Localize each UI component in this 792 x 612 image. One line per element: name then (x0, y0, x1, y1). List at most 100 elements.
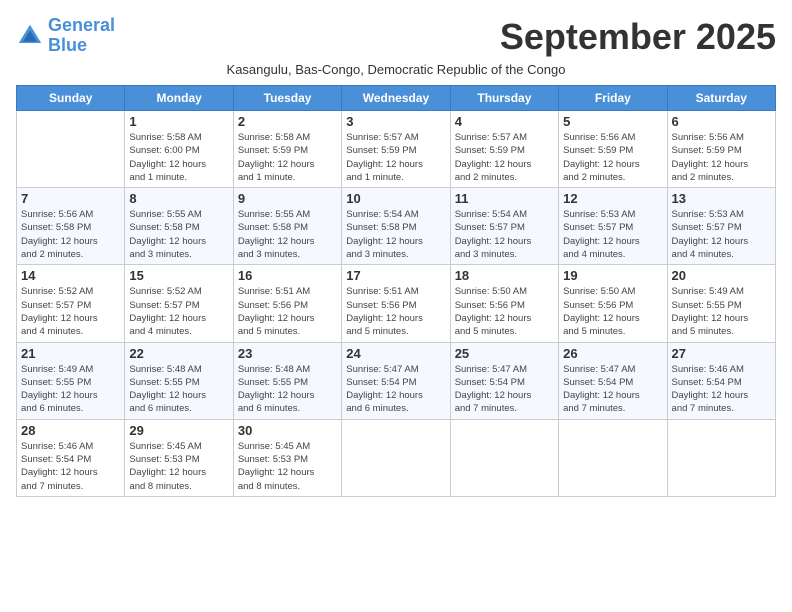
day-number: 19 (563, 268, 662, 283)
table-row: 22Sunrise: 5:48 AMSunset: 5:55 PMDayligh… (125, 342, 233, 419)
day-info: Sunrise: 5:50 AMSunset: 5:56 PMDaylight:… (455, 285, 554, 338)
table-row: 14 Sunrise: 5:52 AMSunset: 5:57 PMDayligh… (17, 265, 125, 342)
table-row: 13Sunrise: 5:53 AMSunset: 5:57 PMDayligh… (667, 188, 775, 265)
table-row: 17 Sunrise: 5:51 AMSunset: 5:56 PMDayligh… (342, 265, 450, 342)
month-title: September 2025 (500, 16, 776, 58)
day-info: Sunrise: 5:46 AMSunset: 5:54 PMDaylight:… (21, 440, 120, 493)
day-number: 2 (238, 114, 337, 129)
day-info: Sunrise: 5:45 AMSunset: 5:53 PMDaylight:… (129, 440, 228, 493)
table-row: 20Sunrise: 5:49 AMSunset: 5:55 PMDayligh… (667, 265, 775, 342)
day-number: 3 (346, 114, 445, 129)
calendar-week-row: 7 Sunrise: 5:56 AMSunset: 5:58 PMDaylight… (17, 188, 776, 265)
table-row: 18 Sunrise: 5:50 AMSunset: 5:56 PMDayligh… (450, 265, 558, 342)
day-info: Sunrise: 5:55 AMSunset: 5:58 PMDaylight:… (238, 208, 337, 261)
col-saturday: Saturday (667, 86, 775, 111)
day-info: Sunrise: 5:56 AMSunset: 5:58 PMDaylight:… (21, 208, 120, 261)
day-info: Sunrise: 5:58 AMSunset: 5:59 PMDaylight:… (238, 131, 337, 184)
day-info: Sunrise: 5:46 AMSunset: 5:54 PMDaylight:… (672, 363, 771, 416)
table-row: 23 Sunrise: 5:48 AMSunset: 5:55 PMDayligh… (233, 342, 341, 419)
page-container: General Blue September 2025 Kasangulu, B… (16, 16, 776, 497)
day-info: Sunrise: 5:48 AMSunset: 5:55 PMDaylight:… (238, 363, 337, 416)
day-info: Sunrise: 5:56 AMSunset: 5:59 PMDaylight:… (563, 131, 662, 184)
day-info: Sunrise: 5:45 AMSunset: 5:53 PMDaylight:… (238, 440, 337, 493)
table-row: 1Sunrise: 5:58 AMSunset: 6:00 PMDaylight… (125, 111, 233, 188)
table-row (17, 111, 125, 188)
day-info: Sunrise: 5:47 AMSunset: 5:54 PMDaylight:… (455, 363, 554, 416)
day-info: Sunrise: 5:51 AMSunset: 5:56 PMDaylight:… (238, 285, 337, 338)
col-thursday: Thursday (450, 86, 558, 111)
logo-blue: Blue (48, 36, 115, 56)
day-number: 8 (129, 191, 228, 206)
day-info: Sunrise: 5:52 AMSunset: 5:57 PMDaylight:… (129, 285, 228, 338)
day-number: 15 (129, 268, 228, 283)
logo-icon (16, 22, 44, 50)
day-number: 7 (21, 191, 120, 206)
table-row: 16 Sunrise: 5:51 AMSunset: 5:56 PMDayligh… (233, 265, 341, 342)
table-row: 12Sunrise: 5:53 AMSunset: 5:57 PMDayligh… (559, 188, 667, 265)
day-number: 18 (455, 268, 554, 283)
header-top: General Blue September 2025 (16, 16, 776, 58)
table-row: 30 Sunrise: 5:45 AMSunset: 5:53 PMDayligh… (233, 419, 341, 496)
col-monday: Monday (125, 86, 233, 111)
calendar-week-row: 14 Sunrise: 5:52 AMSunset: 5:57 PMDayligh… (17, 265, 776, 342)
day-number: 6 (672, 114, 771, 129)
day-info: Sunrise: 5:53 AMSunset: 5:57 PMDaylight:… (672, 208, 771, 261)
col-tuesday: Tuesday (233, 86, 341, 111)
table-row: 5 Sunrise: 5:56 AMSunset: 5:59 PMDaylight… (559, 111, 667, 188)
col-sunday: Sunday (17, 86, 125, 111)
day-number: 26 (563, 346, 662, 361)
table-row: 4Sunrise: 5:57 AMSunset: 5:59 PMDaylight… (450, 111, 558, 188)
day-number: 16 (238, 268, 337, 283)
day-number: 10 (346, 191, 445, 206)
day-info: Sunrise: 5:49 AMSunset: 5:55 PMDaylight:… (21, 363, 120, 416)
logo-general: General (48, 15, 115, 35)
day-info: Sunrise: 5:49 AMSunset: 5:55 PMDaylight:… (672, 285, 771, 338)
logo: General Blue (16, 16, 115, 56)
day-info: Sunrise: 5:57 AMSunset: 5:59 PMDaylight:… (346, 131, 445, 184)
table-row: 2 Sunrise: 5:58 AMSunset: 5:59 PMDaylight… (233, 111, 341, 188)
calendar-header-row: Sunday Monday Tuesday Wednesday Thursday… (17, 86, 776, 111)
table-row: 21 Sunrise: 5:49 AMSunset: 5:55 PMDayligh… (17, 342, 125, 419)
col-friday: Friday (559, 86, 667, 111)
table-row: 10 Sunrise: 5:54 AMSunset: 5:58 PMDayligh… (342, 188, 450, 265)
table-row: 29Sunrise: 5:45 AMSunset: 5:53 PMDayligh… (125, 419, 233, 496)
day-info: Sunrise: 5:52 AMSunset: 5:57 PMDaylight:… (21, 285, 120, 338)
table-row: 11 Sunrise: 5:54 AMSunset: 5:57 PMDayligh… (450, 188, 558, 265)
table-row (342, 419, 450, 496)
table-row: 26 Sunrise: 5:47 AMSunset: 5:54 PMDayligh… (559, 342, 667, 419)
day-number: 25 (455, 346, 554, 361)
calendar-week-row: 21 Sunrise: 5:49 AMSunset: 5:55 PMDayligh… (17, 342, 776, 419)
table-row: 19Sunrise: 5:50 AMSunset: 5:56 PMDayligh… (559, 265, 667, 342)
day-info: Sunrise: 5:47 AMSunset: 5:54 PMDaylight:… (563, 363, 662, 416)
table-row: 7 Sunrise: 5:56 AMSunset: 5:58 PMDaylight… (17, 188, 125, 265)
calendar-week-row: 28 Sunrise: 5:46 AMSunset: 5:54 PMDayligh… (17, 419, 776, 496)
table-row: 28 Sunrise: 5:46 AMSunset: 5:54 PMDayligh… (17, 419, 125, 496)
calendar-table: Sunday Monday Tuesday Wednesday Thursday… (16, 85, 776, 497)
table-row (559, 419, 667, 496)
day-number: 4 (455, 114, 554, 129)
day-number: 23 (238, 346, 337, 361)
day-number: 30 (238, 423, 337, 438)
day-number: 28 (21, 423, 120, 438)
day-info: Sunrise: 5:51 AMSunset: 5:56 PMDaylight:… (346, 285, 445, 338)
table-row (667, 419, 775, 496)
day-number: 14 (21, 268, 120, 283)
day-number: 5 (563, 114, 662, 129)
day-info: Sunrise: 5:54 AMSunset: 5:57 PMDaylight:… (455, 208, 554, 261)
day-number: 17 (346, 268, 445, 283)
table-row: 9 Sunrise: 5:55 AMSunset: 5:58 PMDaylight… (233, 188, 341, 265)
day-info: Sunrise: 5:54 AMSunset: 5:58 PMDaylight:… (346, 208, 445, 261)
table-row: 27Sunrise: 5:46 AMSunset: 5:54 PMDayligh… (667, 342, 775, 419)
day-number: 1 (129, 114, 228, 129)
day-number: 11 (455, 191, 554, 206)
day-info: Sunrise: 5:56 AMSunset: 5:59 PMDaylight:… (672, 131, 771, 184)
logo-text: General Blue (48, 16, 115, 56)
subtitle: Kasangulu, Bas-Congo, Democratic Republi… (16, 62, 776, 77)
day-info: Sunrise: 5:53 AMSunset: 5:57 PMDaylight:… (563, 208, 662, 261)
table-row: 15 Sunrise: 5:52 AMSunset: 5:57 PMDayligh… (125, 265, 233, 342)
col-wednesday: Wednesday (342, 86, 450, 111)
day-info: Sunrise: 5:48 AMSunset: 5:55 PMDaylight:… (129, 363, 228, 416)
day-number: 9 (238, 191, 337, 206)
day-number: 21 (21, 346, 120, 361)
day-info: Sunrise: 5:47 AMSunset: 5:54 PMDaylight:… (346, 363, 445, 416)
